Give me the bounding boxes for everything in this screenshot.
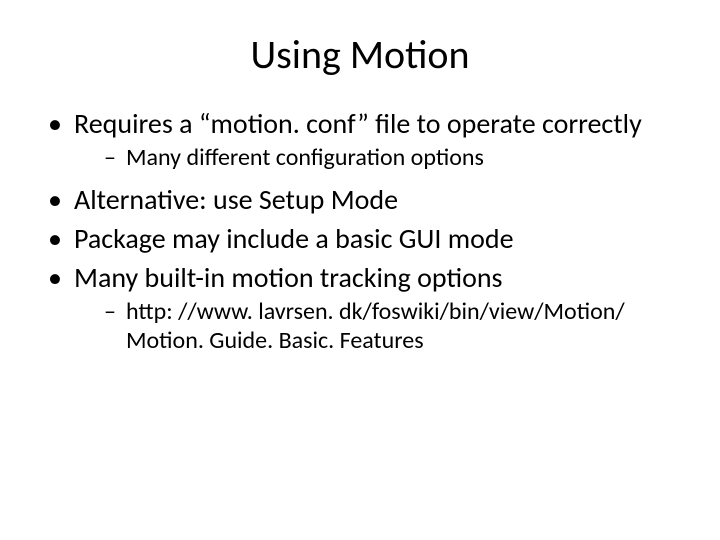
sub-bullet-text: Many different configuration options bbox=[126, 143, 484, 172]
sub-bullet-list: Many different configuration options bbox=[74, 144, 690, 173]
bullet-text: Package may include a basic GUI mode bbox=[74, 221, 514, 256]
slide-title: Using Motion bbox=[30, 30, 690, 79]
bullet-text: Many built-in motion tracking options bbox=[74, 260, 503, 295]
bullet-item: Alternative: use Setup Mode bbox=[48, 183, 690, 216]
sub-bullet-item: http: //www. lavrsen. dk/foswiki/bin/vie… bbox=[104, 298, 690, 356]
bullet-item: Many built-in motion tracking options ht… bbox=[48, 261, 690, 356]
bullet-item: Requires a “motion. conf” file to operat… bbox=[48, 107, 690, 173]
bullet-text: Alternative: use Setup Mode bbox=[74, 182, 398, 217]
sub-bullet-item: Many different configuration options bbox=[104, 144, 690, 173]
bullet-text: Requires a “motion. conf” file to operat… bbox=[74, 106, 642, 141]
bullet-item: Package may include a basic GUI mode bbox=[48, 222, 690, 255]
bullet-list: Requires a “motion. conf” file to operat… bbox=[30, 107, 690, 356]
sub-bullet-text: http: //www. lavrsen. dk/foswiki/bin/vie… bbox=[126, 297, 625, 355]
slide: Using Motion Requires a “motion. conf” f… bbox=[0, 0, 720, 540]
sub-bullet-list: http: //www. lavrsen. dk/foswiki/bin/vie… bbox=[74, 298, 690, 356]
